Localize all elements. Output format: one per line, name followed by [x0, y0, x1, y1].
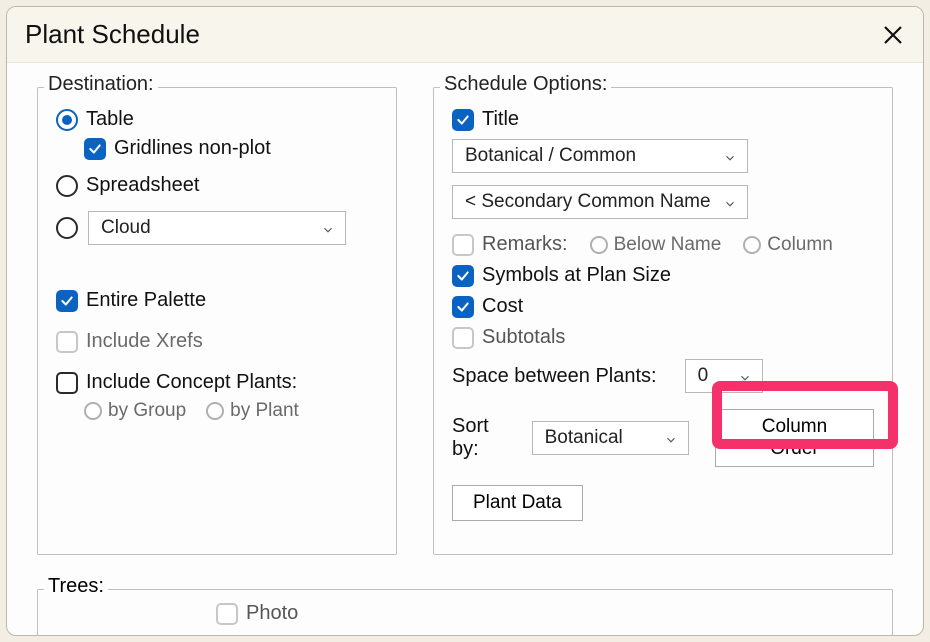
label-entire-palette: Entire Palette: [86, 289, 206, 312]
destination-column: Destination: Table Gridlines non-plot Sp…: [37, 87, 397, 585]
radio-table[interactable]: [56, 109, 78, 131]
titlebar: Plant Schedule: [7, 7, 923, 63]
select-sort-by-value: Botanical: [545, 427, 623, 449]
label-by-plant: by Plant: [230, 400, 299, 422]
dialog-title: Plant Schedule: [25, 19, 881, 50]
include-xrefs-row: Include Xrefs: [56, 330, 378, 353]
schedule-options-legend: Schedule Options:: [440, 73, 611, 96]
chevron-down-icon: [723, 149, 737, 163]
label-sort-by: Sort by:: [452, 415, 520, 461]
destination-cloud-row: Cloud: [56, 211, 378, 245]
trees-legend: Trees:: [44, 575, 108, 598]
chevron-down-icon: [664, 431, 678, 445]
plant-data-row: Plant Data: [452, 485, 874, 521]
select-cloud[interactable]: Cloud: [88, 211, 346, 245]
symbols-row: Symbols at Plan Size: [452, 264, 874, 287]
include-concept-row: Include Concept Plants:: [56, 371, 378, 394]
title-row: Title: [452, 108, 874, 131]
select-name-format[interactable]: Botanical / Common: [452, 139, 748, 173]
chevron-down-icon: [321, 221, 335, 235]
close-icon[interactable]: [881, 23, 905, 47]
remarks-row: Remarks: Below Name Column: [452, 233, 874, 256]
chevron-down-icon: [738, 369, 752, 383]
entire-palette-row: Entire Palette: [56, 289, 378, 312]
chevron-down-icon: [723, 195, 737, 209]
label-spreadsheet: Spreadsheet: [86, 174, 199, 197]
select-secondary-name-value: < Secondary Common Name: [465, 191, 711, 213]
label-subtotals: Subtotals: [482, 326, 565, 349]
checkbox-subtotals[interactable]: [452, 327, 474, 349]
destination-legend: Destination:: [44, 73, 158, 96]
checkbox-symbols[interactable]: [452, 265, 474, 287]
checkbox-photo[interactable]: [216, 603, 238, 625]
destination-spreadsheet-row: Spreadsheet: [56, 174, 378, 197]
radio-column: [743, 236, 761, 254]
select-space-between[interactable]: 0: [685, 359, 763, 393]
checkbox-title[interactable]: [452, 109, 474, 131]
dialog-body: Destination: Table Gridlines non-plot Sp…: [7, 63, 923, 585]
label-symbols: Symbols at Plan Size: [482, 264, 671, 287]
trees-photo-row: Photo: [216, 602, 298, 625]
destination-group: Destination: Table Gridlines non-plot Sp…: [37, 87, 397, 555]
radio-cloud[interactable]: [56, 217, 78, 239]
label-space-between: Space between Plants:: [452, 365, 657, 388]
label-by-group: by Group: [108, 400, 186, 422]
label-remarks: Remarks:: [482, 233, 568, 256]
checkbox-include-xrefs[interactable]: [56, 331, 78, 353]
checkbox-cost[interactable]: [452, 296, 474, 318]
select-secondary-name[interactable]: < Secondary Common Name: [452, 185, 748, 219]
select-sort-by[interactable]: Botanical: [532, 421, 689, 455]
label-photo: Photo: [246, 602, 298, 625]
cost-row: Cost: [452, 295, 874, 318]
concept-options-row: by Group by Plant: [84, 400, 378, 422]
gridlines-row: Gridlines non-plot: [84, 137, 378, 160]
plant-schedule-dialog: Plant Schedule Destination: Table Gridli…: [6, 6, 924, 636]
radio-below-name: [590, 236, 608, 254]
trees-group: Trees: Photo: [37, 589, 893, 636]
subtotals-row: Subtotals: [452, 326, 874, 349]
select-space-between-value: 0: [698, 365, 709, 387]
label-gridlines: Gridlines non-plot: [114, 137, 271, 160]
label-column: Column: [767, 234, 832, 256]
radio-by-group: [84, 402, 102, 420]
label-table: Table: [86, 108, 134, 131]
schedule-options-column: Schedule Options: Title Botanical / Comm…: [433, 87, 893, 585]
label-include-xrefs: Include Xrefs: [86, 330, 203, 353]
checkbox-gridlines[interactable]: [84, 138, 106, 160]
radio-spreadsheet[interactable]: [56, 175, 78, 197]
select-cloud-value: Cloud: [101, 217, 151, 239]
checkbox-entire-palette[interactable]: [56, 290, 78, 312]
radio-by-plant: [206, 402, 224, 420]
label-cost: Cost: [482, 295, 523, 318]
schedule-options-group: Schedule Options: Title Botanical / Comm…: [433, 87, 893, 555]
destination-table-row: Table: [56, 108, 378, 131]
checkbox-include-concept[interactable]: [56, 372, 78, 394]
label-title: Title: [482, 108, 519, 131]
sort-by-row: Sort by: Botanical Column Order: [452, 409, 874, 467]
plant-data-button[interactable]: Plant Data: [452, 485, 583, 521]
column-order-button[interactable]: Column Order: [715, 409, 874, 467]
checkbox-remarks[interactable]: [452, 234, 474, 256]
select-name-format-value: Botanical / Common: [465, 145, 636, 167]
label-include-concept: Include Concept Plants:: [86, 371, 297, 394]
space-between-row: Space between Plants: 0: [452, 359, 874, 393]
label-below-name: Below Name: [614, 234, 722, 256]
